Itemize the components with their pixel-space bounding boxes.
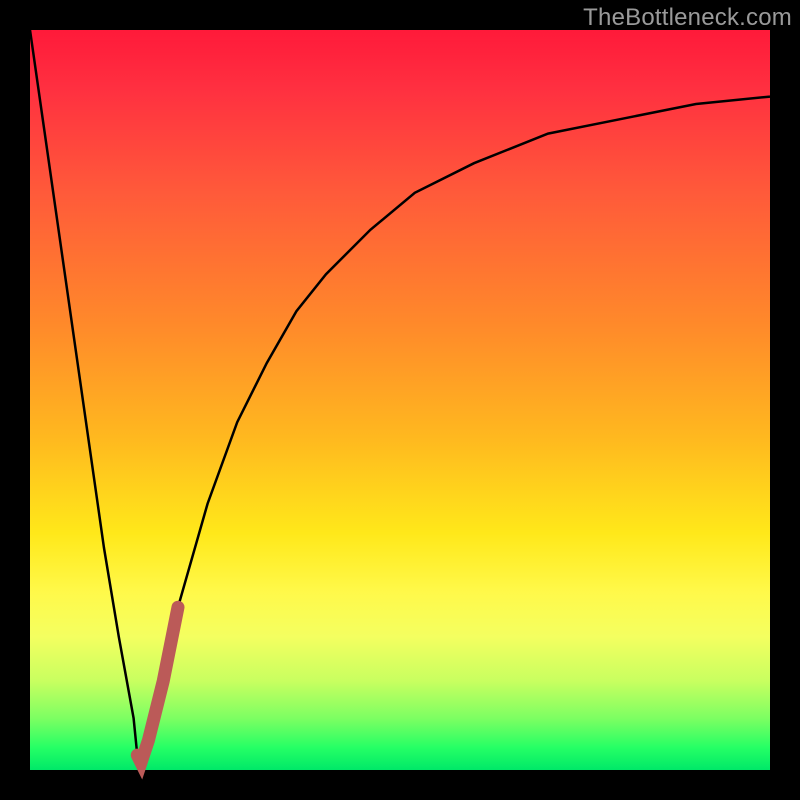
highlight-segment: [137, 607, 178, 762]
bottleneck-curve: [30, 30, 770, 763]
curve-layer: [30, 30, 770, 770]
watermark-text: TheBottleneck.com: [583, 4, 792, 32]
plot-area: [30, 30, 770, 770]
chart-frame: TheBottleneck.com: [0, 0, 800, 800]
